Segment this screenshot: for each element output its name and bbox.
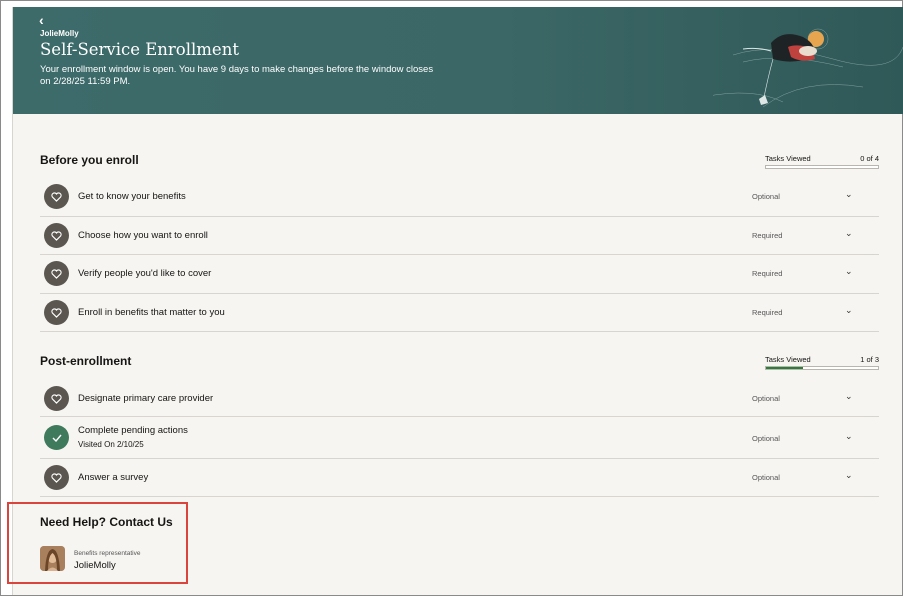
task-visited-date: Visited On 2/10/25 bbox=[78, 440, 144, 449]
header-banner: ‹ JolieMolly Self-Service Enrollment You… bbox=[13, 7, 903, 114]
chevron-down-icon[interactable]: ⌄ bbox=[845, 305, 853, 316]
chevron-down-icon[interactable]: ⌄ bbox=[845, 431, 853, 442]
heart-icon bbox=[44, 184, 69, 209]
highlight-box bbox=[7, 502, 188, 584]
task-name: Choose how you want to enroll bbox=[78, 230, 208, 241]
before-enroll-heading: Before you enroll bbox=[40, 153, 139, 167]
chevron-down-icon[interactable]: ⌄ bbox=[845, 228, 853, 239]
task-name: Enroll in benefits that matter to you bbox=[78, 307, 225, 318]
chevron-down-icon[interactable]: ⌄ bbox=[845, 391, 853, 402]
heart-icon bbox=[44, 386, 69, 411]
heart-icon bbox=[44, 465, 69, 490]
task-name: Designate primary care provider bbox=[78, 393, 214, 404]
task-choose-enroll[interactable]: Choose how you want to enroll Required ⌄ bbox=[40, 217, 879, 255]
task-know-benefits[interactable]: Get to know your benefits Optional ⌄ bbox=[40, 178, 879, 217]
chevron-down-icon[interactable]: ⌄ bbox=[845, 266, 853, 277]
task-status: Optional bbox=[752, 473, 780, 482]
chevron-down-icon[interactable]: ⌄ bbox=[845, 189, 853, 200]
task-name: Verify people you'd like to cover bbox=[78, 268, 212, 279]
post-enroll-progress: Tasks Viewed 1 of 3 bbox=[765, 355, 879, 370]
task-status: Required bbox=[752, 269, 783, 278]
progress-fill bbox=[766, 367, 804, 369]
task-verify-people[interactable]: Verify people you'd like to cover Requir… bbox=[40, 255, 879, 294]
brand-name: JolieMolly bbox=[40, 29, 79, 38]
progress-count: 0 of 4 bbox=[860, 154, 879, 163]
illustration-image bbox=[713, 28, 903, 108]
post-enroll-heading: Post-enrollment bbox=[40, 354, 132, 368]
task-name: Complete pending actions bbox=[78, 425, 188, 436]
chevron-down-icon[interactable]: ⌄ bbox=[845, 470, 853, 481]
task-name: Answer a survey bbox=[78, 472, 149, 483]
task-status: Optional bbox=[752, 434, 780, 443]
before-enroll-progress: Tasks Viewed 0 of 4 bbox=[765, 154, 879, 169]
progress-bar bbox=[765, 165, 879, 169]
enrollment-window-message: Your enrollment window is open. You have… bbox=[40, 64, 434, 87]
check-icon bbox=[44, 425, 69, 450]
task-status: Required bbox=[752, 231, 783, 240]
progress-label: Tasks Viewed bbox=[765, 355, 811, 364]
heart-icon bbox=[44, 223, 69, 248]
task-pending-actions[interactable]: Complete pending actions Visited On 2/10… bbox=[40, 417, 879, 459]
progress-label: Tasks Viewed bbox=[765, 154, 811, 163]
page-title: Self-Service Enrollment bbox=[40, 40, 239, 59]
heart-icon bbox=[44, 300, 69, 325]
heart-icon bbox=[44, 261, 69, 286]
task-primary-care[interactable]: Designate primary care provider Optional… bbox=[40, 381, 879, 417]
back-icon[interactable]: ‹ bbox=[39, 12, 44, 28]
task-survey[interactable]: Answer a survey Optional ⌄ bbox=[40, 459, 879, 497]
progress-count: 1 of 3 bbox=[860, 355, 879, 364]
task-enroll-benefits[interactable]: Enroll in benefits that matter to you Re… bbox=[40, 294, 879, 332]
progress-bar bbox=[765, 366, 879, 370]
task-status: Optional bbox=[752, 192, 780, 201]
task-status: Optional bbox=[752, 394, 780, 403]
task-status: Required bbox=[752, 308, 783, 317]
task-name: Get to know your benefits bbox=[78, 191, 186, 202]
